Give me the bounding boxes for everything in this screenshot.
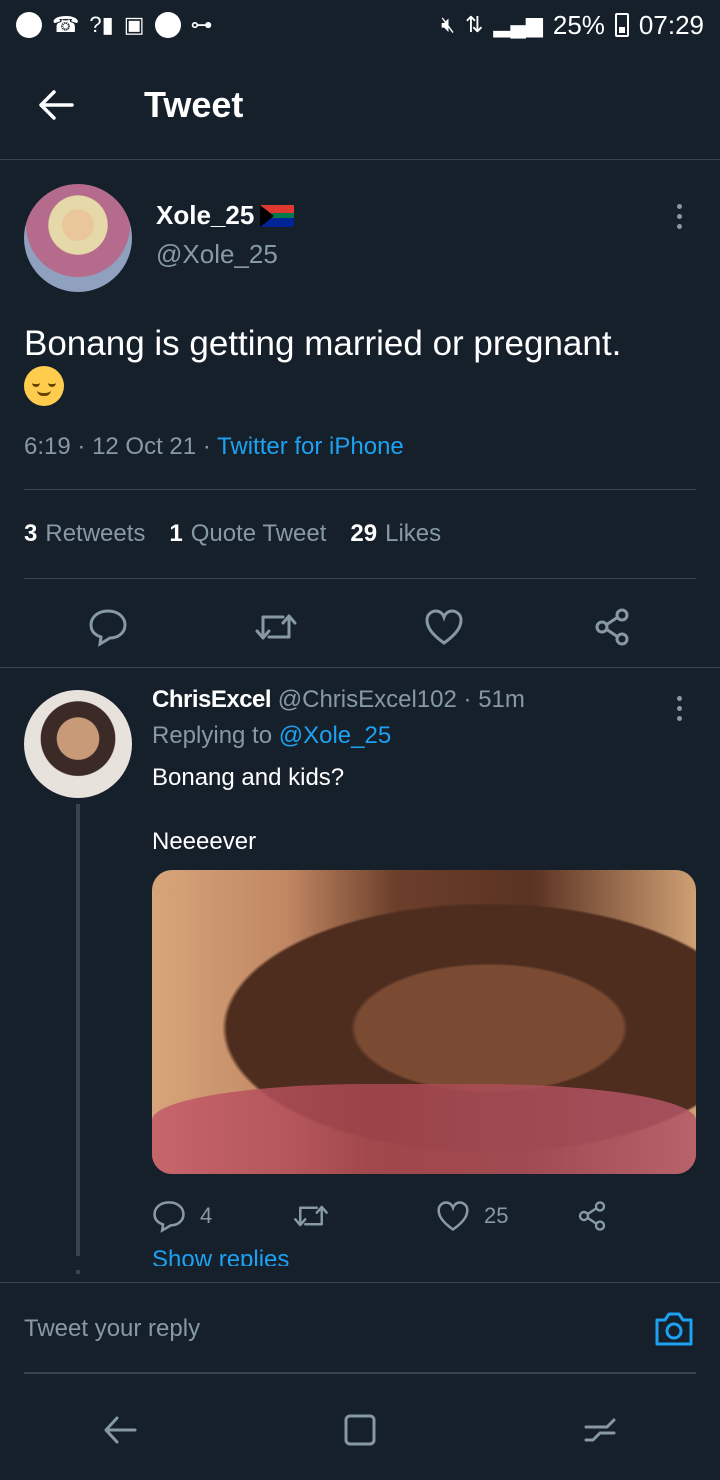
no-signal-icon: ?▮ bbox=[89, 12, 114, 37]
quotes-stat[interactable]: 1 Quote Tweet bbox=[169, 520, 326, 548]
share-icon bbox=[578, 1201, 606, 1231]
battery-icon bbox=[614, 13, 629, 37]
back-arrow-icon bbox=[104, 1416, 137, 1444]
status-bar-left: ☎ ?▮ ▣ ⊶ bbox=[16, 12, 213, 38]
retweet-icon bbox=[294, 1205, 328, 1227]
camera-button[interactable] bbox=[652, 1307, 696, 1351]
reply-header: ChrisExcel @ChrisExcel102 · 51m bbox=[152, 686, 696, 714]
recents-icon bbox=[584, 1418, 616, 1442]
retweets-stat[interactable]: 3 Retweets bbox=[24, 520, 145, 548]
app-bar: Tweet bbox=[0, 50, 720, 160]
likes-stat[interactable]: 29 Likes bbox=[350, 520, 441, 548]
avatar[interactable] bbox=[24, 184, 132, 292]
reply-share-button[interactable] bbox=[576, 1200, 608, 1232]
replying-to: Replying to @Xole_25 bbox=[152, 722, 696, 750]
heart-icon bbox=[437, 1201, 469, 1232]
reply-body: ChrisExcel @ChrisExcel102 · 51m Replying… bbox=[152, 686, 696, 1266]
notification-dot-icon bbox=[154, 12, 181, 38]
system-back-button[interactable] bbox=[90, 1400, 150, 1460]
reply-composer: Tweet your reply bbox=[0, 1284, 720, 1374]
system-nav-bar bbox=[0, 1380, 720, 1480]
heart-icon bbox=[425, 609, 463, 645]
reply-author-name[interactable]: ChrisExcel bbox=[152, 686, 272, 713]
divider bbox=[0, 1282, 720, 1283]
reply-text-line1: Bonang and kids? bbox=[152, 764, 345, 791]
status-bar: ☎ ?▮ ▣ ⊶ 🔇︎ ⇅ ▂▄▆ 25% 07:29 bbox=[0, 0, 720, 50]
network-hplus-icon: ⇅ bbox=[465, 12, 484, 37]
reply-input[interactable]: Tweet your reply bbox=[24, 1315, 200, 1343]
camera-icon bbox=[655, 1312, 693, 1346]
author-info: Xole_25 @Xole_25 bbox=[156, 200, 295, 270]
tweet-text-body: Bonang is getting married or pregnant. bbox=[24, 324, 622, 363]
home-square-icon bbox=[344, 1414, 376, 1446]
composer-underline bbox=[24, 1372, 696, 1374]
reply-author-handle[interactable]: @ChrisExcel102 bbox=[278, 686, 457, 713]
retweet-icon bbox=[255, 614, 297, 640]
back-arrow-icon bbox=[39, 89, 74, 120]
show-replies-link[interactable]: Show replies bbox=[152, 1246, 696, 1266]
author-handle[interactable]: @Xole_25 bbox=[156, 239, 294, 270]
reply-avatar[interactable] bbox=[24, 690, 132, 798]
meta-separator: · bbox=[77, 433, 93, 460]
notification-dot-icon bbox=[16, 12, 42, 38]
author-row: Xole_25 @Xole_25 bbox=[24, 184, 696, 292]
reply-more-options-button[interactable] bbox=[662, 688, 696, 728]
tweet-date: 12 Oct 21 bbox=[92, 433, 197, 460]
reply-icon bbox=[89, 609, 127, 647]
south-africa-flag-icon bbox=[260, 204, 295, 227]
status-bar-right: 🔇︎ ⇅ ▂▄▆ 25% 07:29 bbox=[441, 10, 704, 41]
meta-separator: · bbox=[202, 433, 218, 460]
reply-text-line2: Neeeever bbox=[152, 828, 257, 855]
author-name[interactable]: Xole_25 bbox=[156, 200, 254, 231]
replying-to-handle[interactable]: @Xole_25 bbox=[279, 722, 391, 749]
missed-call-icon: ☎ bbox=[52, 12, 80, 37]
divider bbox=[0, 667, 720, 668]
tweet-source[interactable]: Twitter for iPhone bbox=[217, 433, 404, 460]
gallery-icon: ▣ bbox=[123, 12, 145, 37]
tweet-meta: 6:19 · 12 Oct 21 · Twitter for iPhone bbox=[24, 433, 696, 461]
reply-like-button[interactable]: 25 bbox=[436, 1200, 576, 1232]
more-options-button[interactable] bbox=[662, 196, 696, 236]
share-icon bbox=[595, 608, 629, 646]
reply-actions: 4 25 bbox=[152, 1196, 696, 1236]
tweet-stats: 3 Retweets 1 Quote Tweet 29 Likes bbox=[24, 490, 696, 578]
like-count: 25 bbox=[484, 1203, 509, 1228]
reply-media-image[interactable] bbox=[152, 870, 696, 1174]
author-name-row: Xole_25 bbox=[156, 200, 295, 231]
page-title: Tweet bbox=[144, 83, 244, 125]
mute-icon: 🔇︎ bbox=[441, 12, 455, 37]
battery-percent: 25% bbox=[552, 9, 605, 40]
reply-icon bbox=[153, 1201, 185, 1233]
tweet-time: 6:19 bbox=[24, 433, 71, 460]
reply-age: 51m bbox=[478, 686, 525, 713]
tweet-text: Bonang is getting married or pregnant. bbox=[24, 322, 696, 411]
like-button[interactable] bbox=[419, 602, 469, 652]
reply-count: 4 bbox=[200, 1203, 213, 1228]
clock: 07:29 bbox=[638, 9, 704, 40]
main-tweet: Xole_25 @Xole_25 Bonang is getting marri… bbox=[0, 160, 720, 675]
back-button[interactable] bbox=[0, 50, 112, 160]
key-icon: ⊶ bbox=[190, 12, 213, 37]
signal-icon: ▂▄▆ bbox=[493, 12, 543, 37]
relieved-face-emoji-icon bbox=[24, 366, 64, 406]
reply-retweet-button[interactable] bbox=[292, 1199, 436, 1233]
replying-to-label: Replying to bbox=[152, 722, 273, 749]
system-recents-button[interactable] bbox=[570, 1400, 630, 1460]
system-home-button[interactable] bbox=[330, 1400, 390, 1460]
reply-button[interactable] bbox=[83, 602, 133, 652]
meta-separator: · bbox=[463, 686, 479, 713]
tweet-actions bbox=[24, 579, 696, 675]
retweet-button[interactable] bbox=[251, 602, 301, 652]
thread-dot bbox=[76, 1270, 80, 1274]
reply-reply-button[interactable]: 4 bbox=[152, 1199, 292, 1233]
share-button[interactable] bbox=[587, 602, 637, 652]
thread-line bbox=[76, 804, 80, 1256]
